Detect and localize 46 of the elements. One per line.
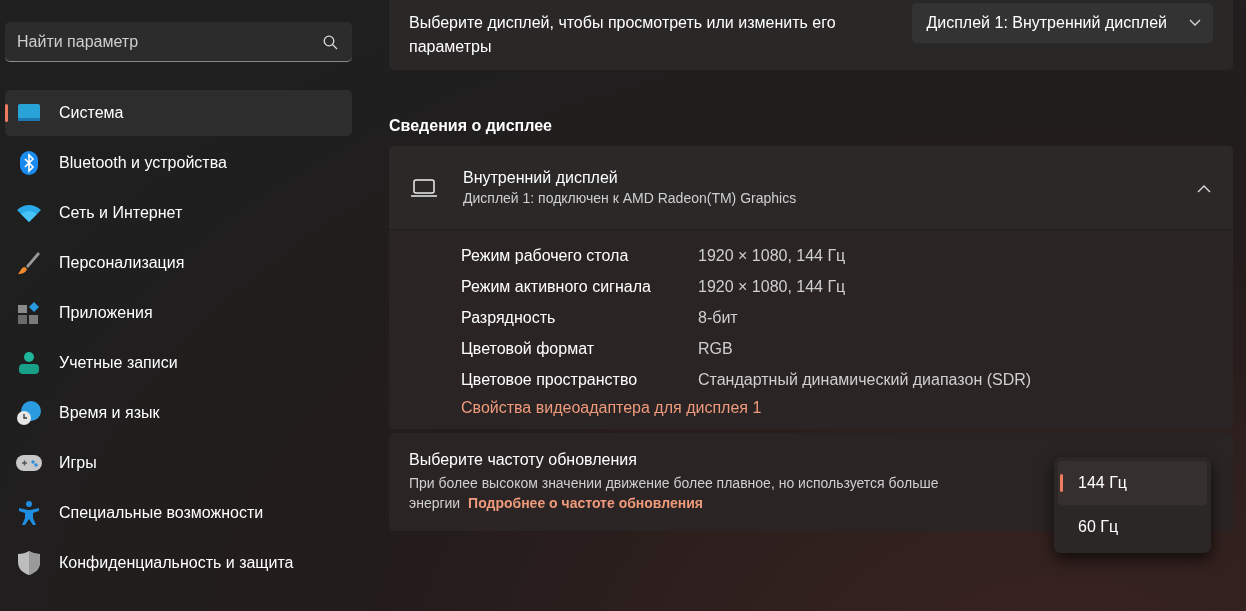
- search-icon: [323, 35, 338, 50]
- property-label: Разрядность: [461, 308, 557, 327]
- adapter-properties-link[interactable]: Свойства видеоадаптера для дисплея 1: [461, 399, 762, 417]
- display-dropdown[interactable]: Дисплей 1: Внутренний дисплей: [912, 3, 1213, 43]
- refresh-rate-option[interactable]: 144 Гц: [1058, 461, 1207, 505]
- sidebar-item[interactable]: Система: [5, 90, 352, 136]
- display-title: Внутренний дисплей: [463, 169, 619, 187]
- globe-clock-icon: [16, 400, 42, 426]
- bluetooth-icon: [20, 151, 38, 175]
- property-label: Режим активного сигнала: [461, 277, 652, 296]
- refresh-rate-option[interactable]: 60 Гц: [1058, 505, 1207, 549]
- chevron-down-icon: [1189, 19, 1201, 27]
- property-value: 1920 × 1080, 144 Гц: [698, 277, 846, 296]
- accessibility-icon: [18, 500, 40, 526]
- brush-icon: [17, 251, 41, 275]
- sidebar-item[interactable]: Игры: [5, 440, 352, 486]
- monitor-icon: [17, 103, 41, 123]
- person-icon: [18, 351, 40, 375]
- gamepad-icon: [16, 454, 42, 472]
- property-label: Цветовой формат: [461, 339, 595, 358]
- sidebar-item[interactable]: Время и язык: [5, 390, 352, 436]
- property-value: 8-бит: [698, 308, 738, 327]
- sidebar-item[interactable]: Персонализация: [5, 240, 352, 286]
- refresh-rate-title: Выберите частоту обновления: [409, 451, 638, 469]
- shield-icon: [18, 551, 40, 575]
- sidebar-item[interactable]: Конфиденциальность и защита: [5, 540, 352, 586]
- sidebar-item[interactable]: Специальные возможности: [5, 490, 352, 536]
- laptop-icon: [411, 178, 437, 197]
- property-label: Режим рабочего стола: [461, 246, 630, 265]
- display-subtitle: Дисплей 1: подключен к AMD Radeon(TM) Graphics: [463, 190, 798, 206]
- property-value: RGB: [698, 339, 733, 358]
- wifi-icon: [17, 204, 41, 222]
- property-label: Цветовое пространство: [461, 370, 639, 389]
- search-field[interactable]: Найти параметр: [5, 22, 352, 62]
- property-value: 1920 × 1080, 144 Гц: [698, 246, 846, 265]
- sidebar-item[interactable]: Bluetooth и устройства: [5, 140, 352, 186]
- property-value: Стандартный динамический диапазон (SDR): [698, 370, 1032, 389]
- learn-more-link[interactable]: Подробнее о частоте обновления: [468, 493, 703, 513]
- sidebar-item[interactable]: Сеть и Интернет: [5, 190, 352, 236]
- sidebar-item[interactable]: Приложения: [5, 290, 352, 336]
- apps-icon: [18, 302, 40, 324]
- chevron-up-icon[interactable]: [1197, 185, 1211, 193]
- sidebar-item[interactable]: Учетные записи: [5, 340, 352, 386]
- refresh-rate-description: При более высоком значении движение более плавное, но используется больше энергии Подробнее о частоте обновления: [409, 474, 940, 513]
- section-title: Сведения о дисплее: [389, 117, 553, 135]
- display-select-label: Выберите дисплей, чтобы просмотреть или изменить его параметры: [409, 13, 837, 57]
